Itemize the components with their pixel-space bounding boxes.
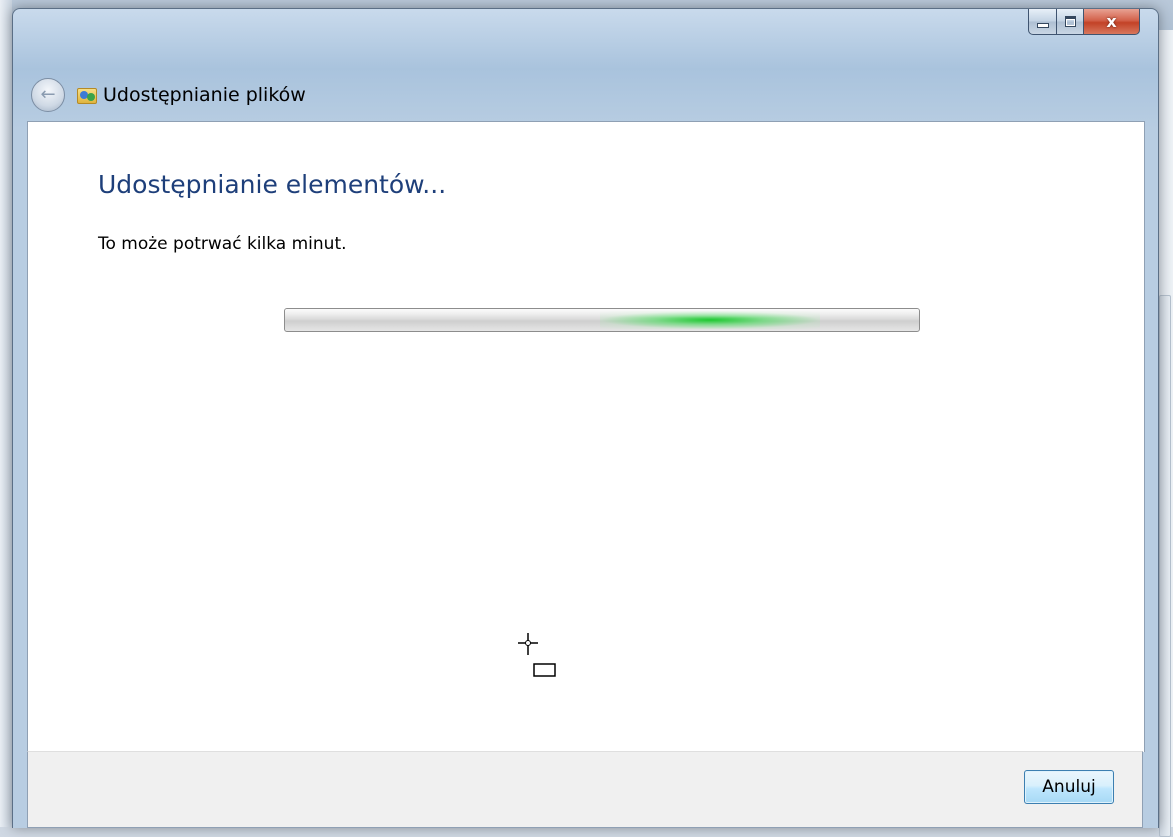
status-message: To może potrwać kilka minut.	[98, 234, 347, 254]
dialog-title: Udostępnianie plików	[103, 84, 306, 106]
crosshair-cursor-icon	[518, 633, 556, 677]
sharing-folder-icon	[77, 85, 97, 105]
close-icon: x	[1106, 12, 1117, 31]
caption-buttons: x	[1028, 9, 1140, 39]
minimize-button[interactable]	[1028, 9, 1057, 35]
maximize-icon	[1064, 16, 1076, 27]
page-heading: Udostępnianie elementów...	[98, 170, 447, 199]
cancel-button[interactable]: Anuluj	[1024, 770, 1114, 804]
back-arrow-icon: ←	[40, 84, 56, 105]
sharing-dialog: x ← Udostępnianie plików Udostępnianie e…	[12, 8, 1159, 828]
maximize-button[interactable]	[1057, 9, 1084, 35]
back-button[interactable]: ←	[31, 78, 65, 112]
close-button[interactable]: x	[1084, 9, 1140, 35]
dialog-content: Udostępnianie elementów... To może potrw…	[27, 121, 1145, 752]
background-left-edge	[0, 0, 12, 827]
dialog-footer: Anuluj	[27, 751, 1143, 828]
dialog-nav-row: ← Udostępnianie plików	[31, 75, 306, 115]
minimize-icon	[1036, 23, 1049, 28]
progress-bar	[284, 308, 920, 332]
background-scrollbar[interactable]	[1159, 30, 1173, 837]
scrollbar-thumb[interactable]	[1159, 295, 1171, 837]
